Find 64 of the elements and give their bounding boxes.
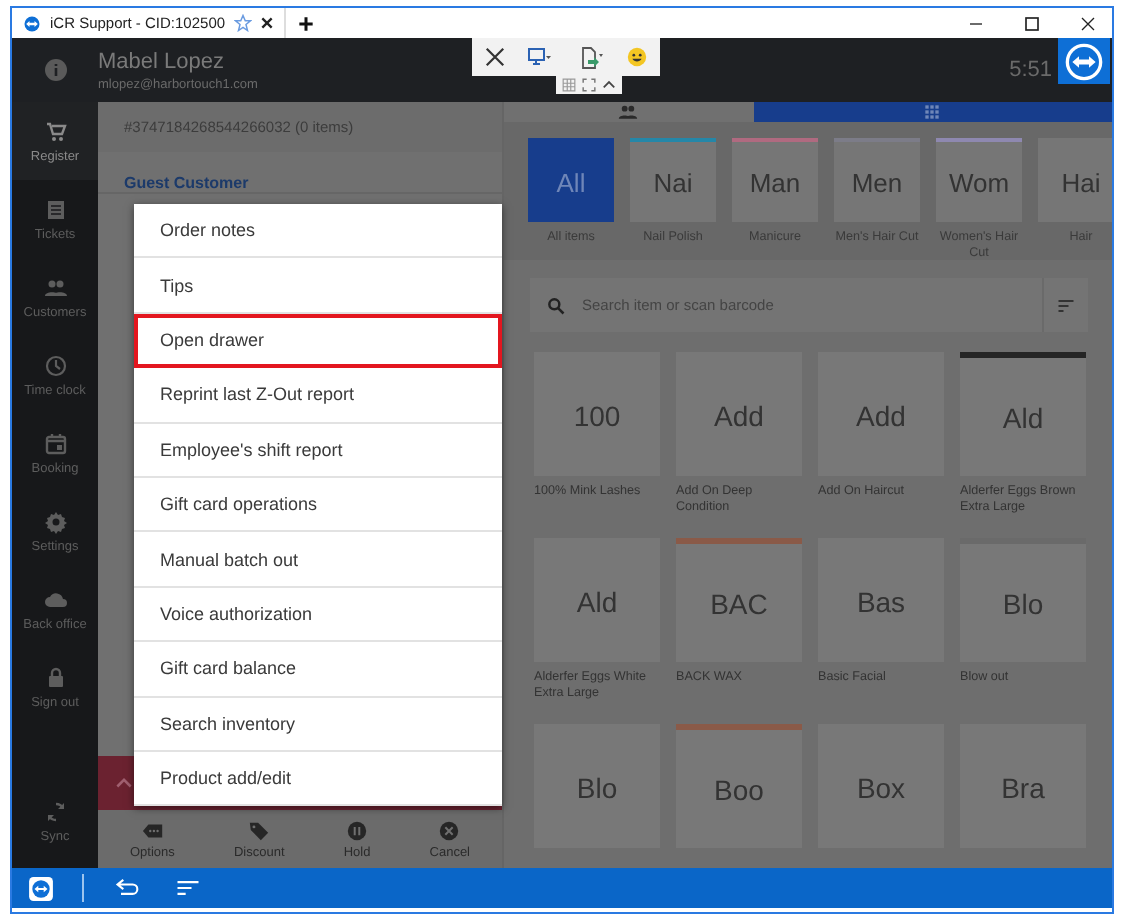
- product-tile[interactable]: 100: [534, 352, 660, 477]
- clock-time: 5:51: [1009, 58, 1052, 82]
- people-icon: [618, 102, 639, 122]
- category-tile[interactable]: Man: [732, 138, 818, 222]
- grid-icon: [922, 102, 943, 122]
- calendar-icon: [43, 431, 67, 455]
- cloud-icon: [43, 587, 67, 611]
- category-tile[interactable]: Wom: [936, 138, 1022, 222]
- menu-item[interactable]: Manual batch out: [134, 532, 502, 588]
- plus-icon[interactable]: [297, 15, 314, 31]
- smiley-icon[interactable]: [626, 46, 648, 68]
- product-tile[interactable]: Boo: [676, 724, 802, 849]
- chevron-up-icon: [114, 773, 134, 793]
- product-tile[interactable]: Blo: [960, 538, 1086, 663]
- clock-icon: [43, 353, 67, 377]
- menu-item[interactable]: Gift card operations: [134, 477, 502, 533]
- category-tile[interactable]: All: [528, 138, 614, 222]
- product-tile[interactable]: BAC: [676, 538, 802, 663]
- menu-item[interactable]: Order notes: [134, 204, 502, 259]
- menu-item[interactable]: Tips: [134, 258, 502, 314]
- search-icon: [546, 295, 566, 316]
- category-tile[interactable]: Nai: [630, 138, 716, 222]
- teamviewer-logo[interactable]: [1058, 38, 1110, 84]
- menu-item[interactable]: Open drawer: [134, 313, 502, 369]
- menu-item[interactable]: Reprint last Z-Out report: [134, 368, 502, 424]
- category-tile[interactable]: Men: [834, 138, 920, 222]
- teamviewer-icon[interactable]: [28, 875, 54, 901]
- close-icon[interactable]: [259, 16, 274, 30]
- pause-icon: [346, 819, 369, 841]
- fullscreen-icon[interactable]: [582, 78, 596, 92]
- options-icon: [141, 819, 164, 841]
- people-icon: [43, 275, 67, 299]
- product-tile[interactable]: Ald: [534, 538, 660, 663]
- menu-item[interactable]: Search inventory: [134, 697, 502, 752]
- list-icon: [43, 197, 67, 221]
- product-tile[interactable]: Ald: [960, 352, 1086, 477]
- sort-icon[interactable]: [1056, 295, 1076, 316]
- arrows-icon: [1064, 41, 1104, 81]
- customer-name[interactable]: Guest Customer: [98, 152, 502, 194]
- product-tile[interactable]: Add: [676, 352, 802, 477]
- info-icon[interactable]: [43, 58, 67, 82]
- maximize-icon[interactable]: [1024, 15, 1040, 31]
- user-name: Mabel Lopez: [98, 49, 226, 73]
- menu-item[interactable]: Employee's shift report: [134, 423, 502, 478]
- teamviewer-icon: [22, 13, 42, 33]
- product-tile[interactable]: Bas: [818, 538, 944, 663]
- tag-icon: [248, 819, 271, 841]
- menu-item[interactable]: Gift card balance: [134, 642, 502, 698]
- star-icon[interactable]: [233, 14, 252, 32]
- product-tile[interactable]: Bra: [960, 724, 1086, 849]
- menu-item[interactable]: Voice authorization: [134, 587, 502, 643]
- sync-icon: [43, 799, 67, 823]
- settings-icon: [43, 509, 67, 533]
- chevron-up-icon[interactable]: [602, 78, 616, 92]
- menu-item[interactable]: Product add/edit: [134, 751, 502, 807]
- product-tile[interactable]: Add: [818, 352, 944, 477]
- close-icon[interactable]: [484, 46, 506, 68]
- cancel-icon: [438, 819, 461, 841]
- lock-icon: [43, 665, 67, 689]
- cart-icon: [43, 119, 67, 143]
- product-tile[interactable]: Box: [818, 724, 944, 849]
- category-tile[interactable]: Hai: [1038, 138, 1112, 222]
- close-icon[interactable]: [1080, 15, 1096, 31]
- product-tile[interactable]: Blo: [534, 724, 660, 849]
